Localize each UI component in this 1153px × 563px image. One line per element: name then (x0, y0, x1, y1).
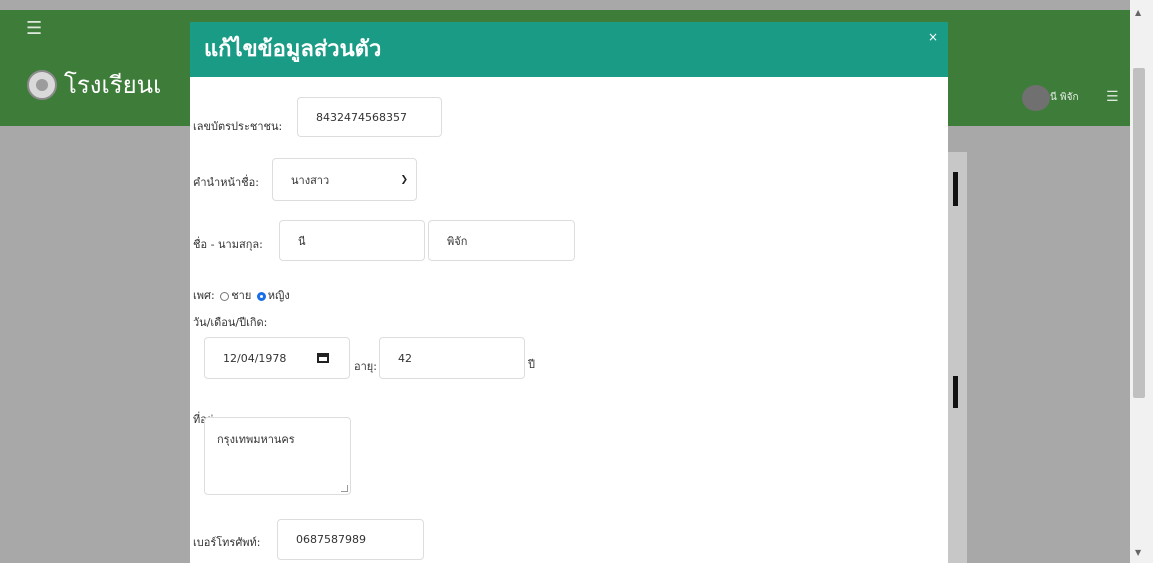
chevron-down-icon: ❯ (400, 174, 408, 185)
prefix-label: คำนำหน้าชื่อ: (193, 176, 259, 189)
first-name-value: นี (298, 234, 306, 248)
age-input[interactable]: 42 (379, 337, 525, 379)
close-icon[interactable]: × (928, 30, 938, 44)
age-unit: ปี (528, 358, 535, 371)
calendar-icon[interactable] (317, 353, 329, 363)
age-label: อายุ: (354, 360, 377, 373)
modal-header: แก้ไขข้อมูลส่วนตัว × (190, 22, 948, 77)
first-name-input[interactable]: นี (279, 220, 425, 261)
last-name-input[interactable]: พิจัก (428, 220, 575, 261)
background-bar (953, 376, 958, 408)
hamburger-icon[interactable]: ☰ (1106, 89, 1119, 105)
name-label: ชื่อ - นามสกุล: (193, 238, 263, 251)
gender-group: เพศ: ชาย หญิง (193, 286, 290, 304)
prefix-value: นางสาว (291, 173, 330, 187)
id-card-label: เลขบัตรประชาชน: (193, 120, 283, 133)
id-card-input[interactable]: 8432474568357 (297, 97, 442, 137)
resize-handle-icon[interactable] (341, 485, 348, 492)
gender-female-label[interactable]: หญิง (268, 289, 290, 302)
phone-value: 0687587989 (296, 533, 366, 546)
user-name[interactable]: นี พิจัก (1050, 90, 1079, 105)
school-name: โรงเรียนเ (64, 71, 162, 99)
birthdate-value: 12/04/1978 (223, 351, 287, 365)
gender-male-label[interactable]: ชาย (231, 289, 251, 302)
birthdate-label: วัน/เดือน/ปีเกิด: (193, 316, 268, 329)
gender-female-radio[interactable] (256, 291, 266, 301)
phone-label: เบอร์โทรศัพท์: (193, 536, 261, 549)
gender-label: เพศ: (193, 289, 215, 302)
id-card-value: 8432474568357 (316, 110, 407, 124)
address-textarea[interactable]: กรุงเทพมหานคร (204, 417, 351, 495)
age-value: 42 (398, 351, 412, 365)
address-value: กรุงเทพมหานคร (217, 433, 295, 446)
edit-profile-modal: แก้ไขข้อมูลส่วนตัว × เลขบัตรประชาชน: 843… (190, 22, 948, 563)
avatar[interactable] (1022, 85, 1050, 111)
school-logo (27, 70, 57, 100)
scroll-down-icon[interactable]: ▼ (1135, 548, 1141, 557)
scrollbar-thumb[interactable] (1133, 68, 1145, 398)
hamburger-icon[interactable]: ☰ (26, 20, 42, 38)
last-name-value: พิจัก (447, 234, 468, 248)
scroll-up-icon[interactable]: ▲ (1135, 8, 1141, 17)
phone-input[interactable]: 0687587989 (277, 519, 424, 560)
modal-title: แก้ไขข้อมูลส่วนตัว (204, 37, 382, 62)
background-bar (953, 172, 958, 206)
gender-male-radio[interactable] (220, 291, 230, 301)
birthdate-input[interactable]: 12/04/1978 (204, 337, 350, 379)
prefix-select[interactable]: นางสาว ❯ (272, 158, 417, 201)
